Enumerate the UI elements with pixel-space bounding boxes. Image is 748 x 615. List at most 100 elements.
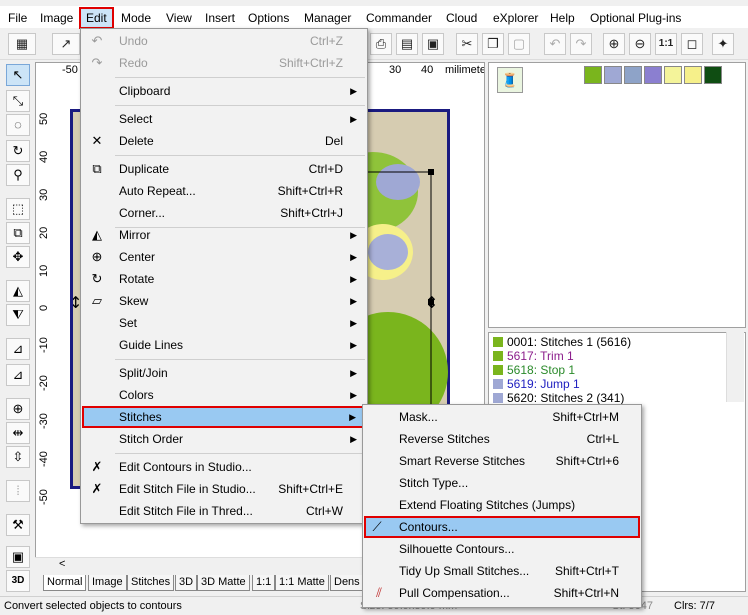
menu-item-duplicate[interactable]: ⧉ Duplicate Ctrl+D bbox=[81, 158, 367, 180]
menu-item-skew[interactable]: ▱ Skew ▶ bbox=[81, 290, 367, 312]
arrow-select-icon[interactable]: ↖ bbox=[6, 64, 30, 86]
menu-item-colors[interactable]: Colors ▶ bbox=[81, 384, 367, 406]
swatch-2[interactable] bbox=[604, 66, 622, 84]
swatch-5[interactable] bbox=[664, 66, 682, 84]
menu-item-mask[interactable]: Mask... Shift+Ctrl+M bbox=[363, 406, 641, 428]
menu-item-clipboard[interactable]: Clipboard ▶ bbox=[81, 80, 367, 102]
menu-file[interactable]: File bbox=[3, 9, 32, 27]
menu-item-mirror[interactable]: ◭ Mirror ▶ bbox=[81, 224, 367, 246]
cut-icon[interactable]: ✂ bbox=[456, 33, 478, 55]
list-item[interactable]: 5618: Stop 1 bbox=[493, 363, 575, 377]
menu-item-undo[interactable]: ↶ Undo Ctrl+Z bbox=[81, 30, 367, 52]
list-item[interactable]: 0001: Stitches 1 (5616) bbox=[493, 335, 631, 349]
menu-item-reverse-stitches[interactable]: Reverse Stitches Ctrl+L bbox=[363, 428, 641, 450]
menu-item-center[interactable]: ⊕ Center ▶ bbox=[81, 246, 367, 268]
menu-item-auto-repeat[interactable]: Auto Repeat... Shift+Ctrl+R bbox=[81, 180, 367, 202]
menu-options[interactable]: Options bbox=[243, 9, 294, 27]
menu-insert[interactable]: Insert bbox=[200, 9, 240, 27]
rotate-tool-icon[interactable]: ↻ bbox=[6, 140, 30, 162]
menu-item-stitch-order[interactable]: Stitch Order ▶ bbox=[81, 428, 367, 450]
menu-item-pull-compensation[interactable]: ⫽ Pull Compensation... Shift+Ctrl+N bbox=[363, 582, 641, 604]
distribute-h-icon[interactable]: ⇹ bbox=[6, 422, 30, 444]
distribute-v-icon[interactable]: ⇳ bbox=[6, 446, 30, 468]
3d-view-icon[interactable]: 3D bbox=[6, 570, 30, 592]
tab-3d[interactable]: 3D bbox=[175, 575, 198, 591]
zoom-fit-icon[interactable]: ◻ bbox=[681, 33, 703, 55]
align-left-icon[interactable]: ⊿ bbox=[6, 338, 30, 360]
tab-density[interactable]: Dens bbox=[330, 575, 364, 591]
pdf-icon[interactable]: ▤ bbox=[396, 33, 418, 55]
lasso-icon[interactable]: ◌ bbox=[6, 114, 30, 136]
menu-item-select[interactable]: Select ▶ bbox=[81, 108, 367, 130]
swatch-7[interactable] bbox=[704, 66, 722, 84]
menu-optional-plugins[interactable]: Optional Plug-ins bbox=[585, 9, 686, 27]
zoom-1to1-icon[interactable]: 1:1 bbox=[655, 33, 677, 55]
paste-icon[interactable]: ▢ bbox=[508, 33, 530, 55]
list-item[interactable]: 5620: Stitches 2 (341) bbox=[493, 391, 624, 405]
menu-item-smart-reverse[interactable]: Smart Reverse Stitches Shift+Ctrl+6 bbox=[363, 450, 641, 472]
menu-item-corner[interactable]: Corner... Shift+Ctrl+J bbox=[81, 202, 367, 224]
swatch-4[interactable] bbox=[644, 66, 662, 84]
zoom-tool-icon[interactable]: ⚲ bbox=[6, 164, 30, 186]
menu-item-stitches[interactable]: Stitches ▶ bbox=[82, 406, 364, 428]
node-select-icon[interactable]: ⤡ bbox=[6, 90, 30, 112]
menu-item-edit-stitch-studio[interactable]: ✗ Edit Stitch File in Studio... Shift+Ct… bbox=[81, 478, 367, 500]
thread-preview-icon[interactable]: 🧵 bbox=[497, 67, 523, 93]
menu-item-contours[interactable]: ⟋ Contours... bbox=[364, 516, 640, 538]
move-icon[interactable]: ✥ bbox=[6, 246, 30, 268]
frame-icon[interactable]: ▣ bbox=[6, 546, 30, 568]
tab-stitches[interactable]: Stitches bbox=[127, 575, 175, 591]
menu-view[interactable]: View bbox=[161, 9, 197, 27]
settings-icon[interactable]: ✦ bbox=[712, 33, 734, 55]
tab-3d-matte[interactable]: 3D Matte bbox=[197, 575, 250, 591]
menu-item-delete[interactable]: ✕ Delete Del bbox=[81, 130, 367, 152]
menu-item-edit-contours-studio[interactable]: ✗ Edit Contours in Studio... bbox=[81, 456, 367, 478]
grid-icon[interactable]: ⁞ bbox=[6, 480, 30, 502]
list-item[interactable]: 5619: Jump 1 bbox=[493, 377, 580, 391]
print-icon[interactable]: ⎙ bbox=[370, 33, 392, 55]
menu-help[interactable]: Help bbox=[545, 9, 580, 27]
list-item[interactable]: 5617: Trim 1 bbox=[493, 349, 574, 363]
menu-item-edit-stitch-thred[interactable]: Edit Stitch File in Thred... Ctrl+W bbox=[81, 500, 367, 522]
menu-mode[interactable]: Mode bbox=[116, 9, 156, 27]
scroll-left-icon[interactable]: < bbox=[59, 558, 65, 570]
menu-item-rotate[interactable]: ↻ Rotate ▶ bbox=[81, 268, 367, 290]
align-right-icon[interactable]: ⊿ bbox=[6, 364, 30, 386]
menu-item-guide-lines[interactable]: Guide Lines ▶ bbox=[81, 334, 367, 356]
tab-image[interactable]: Image bbox=[88, 575, 127, 591]
crop-icon[interactable]: ⧉ bbox=[6, 222, 30, 244]
redo-icon[interactable]: ↷ bbox=[570, 33, 592, 55]
menu-explorer[interactable]: eXplorer bbox=[488, 9, 543, 27]
stitch-list-scrollbar[interactable] bbox=[726, 332, 744, 402]
menu-commander[interactable]: Commander bbox=[361, 9, 437, 27]
center-icon[interactable]: ⊕ bbox=[6, 398, 30, 420]
menu-item-split-join[interactable]: Split/Join ▶ bbox=[81, 362, 367, 384]
calculator-icon[interactable]: ▦ bbox=[8, 33, 36, 55]
menu-item-set[interactable]: Set ▶ bbox=[81, 312, 367, 334]
copy-icon[interactable]: ❐ bbox=[482, 33, 504, 55]
menu-item-extend-floating[interactable]: Extend Floating Stitches (Jumps) bbox=[363, 494, 641, 516]
mirror-v-icon[interactable]: ⧨ bbox=[6, 304, 30, 326]
menu-item-silhouette-contours[interactable]: Silhouette Contours... bbox=[363, 538, 641, 560]
undo-icon[interactable]: ↶ bbox=[544, 33, 566, 55]
tab-normal[interactable]: Normal bbox=[43, 575, 87, 591]
stitch-tool-icon[interactable]: ⚒ bbox=[6, 514, 30, 536]
menu-item-tidy-up[interactable]: Tidy Up Small Stitches... Shift+Ctrl+T bbox=[363, 560, 641, 582]
menu-manager[interactable]: Manager bbox=[299, 9, 356, 27]
menu-cloud[interactable]: Cloud bbox=[441, 9, 482, 27]
mirror-h-icon[interactable]: ◭ bbox=[6, 280, 30, 302]
swatch-1[interactable] bbox=[584, 66, 602, 84]
menu-item-redo[interactable]: ↷ Redo Shift+Ctrl+Z bbox=[81, 52, 367, 74]
select-tool-icon[interactable]: ↗ bbox=[52, 33, 80, 55]
menu-image[interactable]: Image bbox=[35, 9, 78, 27]
menu-item-stitch-type[interactable]: Stitch Type... bbox=[363, 472, 641, 494]
swatch-3[interactable] bbox=[624, 66, 642, 84]
export-icon[interactable]: ▣ bbox=[422, 33, 444, 55]
tab-1to1-matte[interactable]: 1:1 Matte bbox=[275, 575, 329, 591]
rectangle-select-icon[interactable]: ⬚ bbox=[6, 198, 30, 220]
swatch-6[interactable] bbox=[684, 66, 702, 84]
zoom-out-icon[interactable]: ⊖ bbox=[629, 33, 651, 55]
tab-1to1[interactable]: 1:1 bbox=[252, 575, 276, 591]
menu-edit[interactable]: Edit bbox=[79, 7, 114, 29]
zoom-in-icon[interactable]: ⊕ bbox=[603, 33, 625, 55]
